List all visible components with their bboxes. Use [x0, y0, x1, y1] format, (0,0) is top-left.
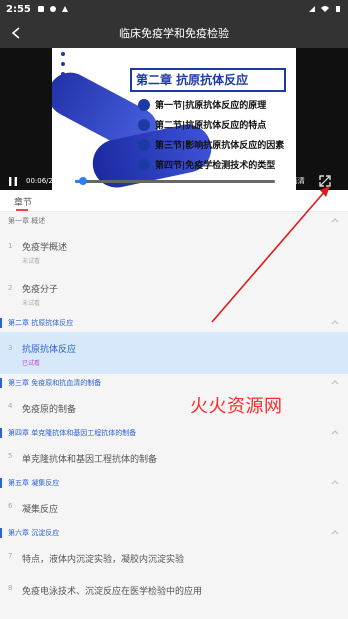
page-title: 临床免疫学和免疫检验: [119, 27, 229, 40]
chapter-title: 第一章 概述: [8, 217, 46, 225]
status-time: 2:55: [6, 3, 31, 15]
tab-chapters[interactable]: 章节: [14, 195, 32, 208]
chapter-list: 第一章 概述 1 免疫学概述 未试看 2 免疫分子 未试看 第二章 抗原抗体反应 3 抗原抗体反应…: [0, 212, 348, 619]
notification-icon: [61, 6, 68, 12]
fullscreen-icon[interactable]: [319, 175, 331, 187]
chapter-active-bar: [0, 528, 2, 538]
lesson-item[interactable]: 2 免疫分子未试看: [0, 272, 348, 314]
chapter-title: 第五章 凝集反应: [8, 479, 60, 487]
lesson-number: 4: [8, 402, 13, 410]
back-button[interactable]: [6, 22, 26, 44]
status-system-icons: [308, 5, 342, 13]
chapter-header[interactable]: 第五章 凝集反应: [0, 474, 348, 492]
lesson-item[interactable]: 5 单克隆抗体和基因工程抗体的制备: [0, 442, 348, 474]
chevron-up-icon: [331, 218, 339, 223]
bullet-icon: [138, 98, 150, 111]
lesson-number: 6: [8, 502, 13, 510]
quality-button[interactable]: 高清: [291, 176, 305, 186]
chapter-header[interactable]: 第六章 沉淀反应: [0, 524, 348, 542]
slide-section: 第二节|抗原抗体反应的特点: [138, 118, 266, 131]
watermark-text: 火火资源网: [190, 396, 283, 417]
bullet-icon: [138, 138, 150, 151]
pause-icon: [9, 176, 17, 186]
status-notification-icons: [37, 5, 69, 13]
lesson-status: 未试看: [22, 300, 41, 307]
chevron-up-icon: [331, 530, 339, 535]
tab-indicator: [16, 209, 28, 211]
chapter-title: 第三章 免疫原和抗血清的制备: [8, 379, 102, 387]
chapter-active-bar: [0, 478, 2, 488]
lesson-number: 1: [8, 242, 13, 250]
slide-section: 第三节|影响抗原抗体反应的因素: [138, 138, 284, 151]
lesson-item[interactable]: 1 免疫学概述未试看: [0, 230, 348, 272]
app-root: 2:55 临床免疫学和免疫检验 第二章 抗原抗体反应 第一节|抗原抗体反应的原理…: [0, 0, 348, 619]
lesson-title: 凝集反应: [22, 505, 59, 515]
bullet-icon: [138, 158, 150, 171]
notification-icon: [49, 6, 56, 12]
chapter-title: 第二章 抗原抗体反应: [8, 319, 74, 327]
chevron-up-icon: [331, 480, 339, 485]
signal-icon: [309, 6, 315, 12]
video-slide: 第二章 抗原抗体反应 第一节|抗原抗体反应的原理 第二节|抗原抗体反应的特点 第…: [52, 48, 296, 190]
lesson-status: 未试看: [22, 258, 41, 265]
lesson-title: 免疫学概述: [22, 243, 68, 253]
lesson-title: 免疫电泳技术、沉淀反应在医学检验中的应用: [22, 587, 203, 597]
pause-button[interactable]: [8, 176, 18, 186]
lesson-item[interactable]: 7 特点，液体内沉淀实验，凝胶内沉淀实验: [0, 542, 348, 574]
slide-chapter-title: 第二章 抗原抗体反应: [136, 73, 249, 87]
lesson-status: 已试看: [22, 360, 41, 367]
tab-bar: 章节: [0, 190, 348, 212]
wifi-icon: [321, 6, 329, 12]
battery-icon: [336, 6, 340, 12]
lesson-number: 7: [8, 552, 13, 560]
chapter-title: 第六章 沉淀反应: [8, 529, 60, 537]
player-controls: 00:06/25:52 高清: [0, 172, 348, 190]
chevron-left-icon: [11, 27, 20, 39]
lesson-title: 免疫原的制备: [22, 405, 77, 415]
chapter-header[interactable]: 第四章 单克隆抗体和基因工程抗体的制备: [0, 424, 348, 442]
lesson-number: 8: [8, 584, 13, 592]
slide-section: 第四节|免疫学检测技术的类型: [138, 158, 275, 171]
lesson-item[interactable]: 6 凝集反应: [0, 492, 348, 524]
video-player[interactable]: 第二章 抗原抗体反应 第一节|抗原抗体反应的原理 第二节|抗原抗体反应的特点 第…: [0, 48, 348, 190]
lesson-number: 3: [8, 344, 13, 352]
lesson-item[interactable]: 3 抗原抗体反应 已试看: [0, 332, 348, 374]
chevron-up-icon: [331, 430, 339, 435]
chevron-up-icon: [331, 380, 339, 385]
lesson-title: 免疫分子: [22, 285, 59, 295]
lesson-title: 抗原抗体反应: [22, 345, 77, 355]
chapter-active-bar: [0, 428, 2, 438]
bullet-icon: [138, 118, 150, 131]
lesson-number: 5: [8, 452, 13, 460]
app-header: 临床免疫学和免疫检验: [0, 18, 348, 48]
lesson-title: 特点，液体内沉淀实验，凝胶内沉淀实验: [22, 555, 185, 565]
lesson-item[interactable]: 8 免疫电泳技术、沉淀反应在医学检验中的应用: [0, 574, 348, 606]
lesson-title: 单克隆抗体和基因工程抗体的制备: [22, 455, 158, 465]
status-bar: 2:55: [0, 0, 348, 18]
playback-time: 00:06/25:52: [26, 177, 69, 185]
chapter-header[interactable]: 第一章 概述: [0, 212, 348, 230]
chapter-title: 第四章 单克隆抗体和基因工程抗体的制备: [8, 429, 137, 437]
progress-handle[interactable]: [78, 176, 87, 185]
notification-icon: [37, 6, 44, 12]
chapter-active-bar: [0, 378, 2, 388]
slide-section: 第一节|抗原抗体反应的原理: [138, 98, 266, 111]
lesson-number: 2: [8, 284, 13, 292]
chapter-header[interactable]: 第二章 抗原抗体反应: [0, 314, 348, 332]
lesson-item[interactable]: 4 免疫原的制备: [0, 392, 348, 424]
chapter-header[interactable]: 第三章 免疫原和抗血清的制备: [0, 374, 348, 392]
progress-bar[interactable]: [74, 176, 275, 185]
chevron-up-icon: [331, 320, 339, 325]
chapter-active-bar: [0, 318, 2, 328]
